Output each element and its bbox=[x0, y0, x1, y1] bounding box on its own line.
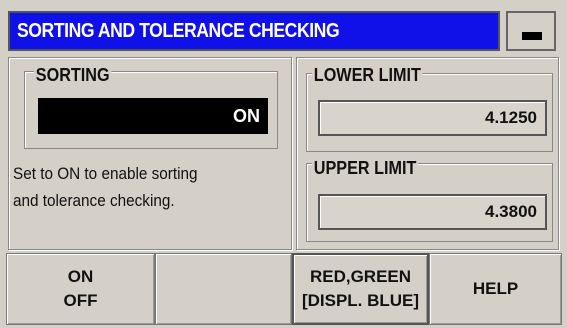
softkey-color-line1: RED,GREEN bbox=[309, 267, 412, 286]
softkey-on-off-line2: OFF bbox=[63, 291, 98, 310]
softkey-help-line1: HELP bbox=[472, 279, 519, 298]
description-text: Set to ON to enable sorting and toleranc… bbox=[13, 160, 256, 214]
description-line-1: Set to ON to enable sorting bbox=[13, 164, 198, 183]
upper-limit-field[interactable]: 4.3800 bbox=[318, 194, 547, 230]
upper-limit-label: UPPER LIMIT bbox=[312, 158, 419, 179]
sorting-field[interactable]: ON bbox=[38, 98, 268, 134]
softkey-on-off-line1: ON bbox=[67, 267, 94, 286]
status-indicator bbox=[506, 11, 556, 51]
sorting-value: ON bbox=[233, 106, 260, 126]
softkey-on-off[interactable]: ON OFF bbox=[6, 253, 155, 325]
softkey-color[interactable]: RED,GREEN [DISPL. BLUE] bbox=[292, 253, 429, 325]
dash-icon bbox=[522, 32, 542, 40]
page-title: SORTING AND TOLERANCE CHECKING bbox=[17, 20, 340, 42]
sorting-label: SORTING bbox=[34, 65, 112, 86]
softkey-help[interactable]: HELP bbox=[429, 253, 562, 325]
softkey-color-line2: [DISPL. BLUE] bbox=[301, 291, 420, 310]
description-line-2: and tolerance checking. bbox=[13, 191, 175, 210]
lower-limit-value: 4.1250 bbox=[485, 108, 537, 127]
title-bar: SORTING AND TOLERANCE CHECKING bbox=[8, 11, 500, 51]
softkey-blank[interactable] bbox=[155, 253, 292, 325]
upper-limit-value: 4.3800 bbox=[485, 202, 537, 221]
lower-limit-label: LOWER LIMIT bbox=[312, 65, 423, 86]
lower-limit-field[interactable]: 4.1250 bbox=[318, 100, 547, 136]
